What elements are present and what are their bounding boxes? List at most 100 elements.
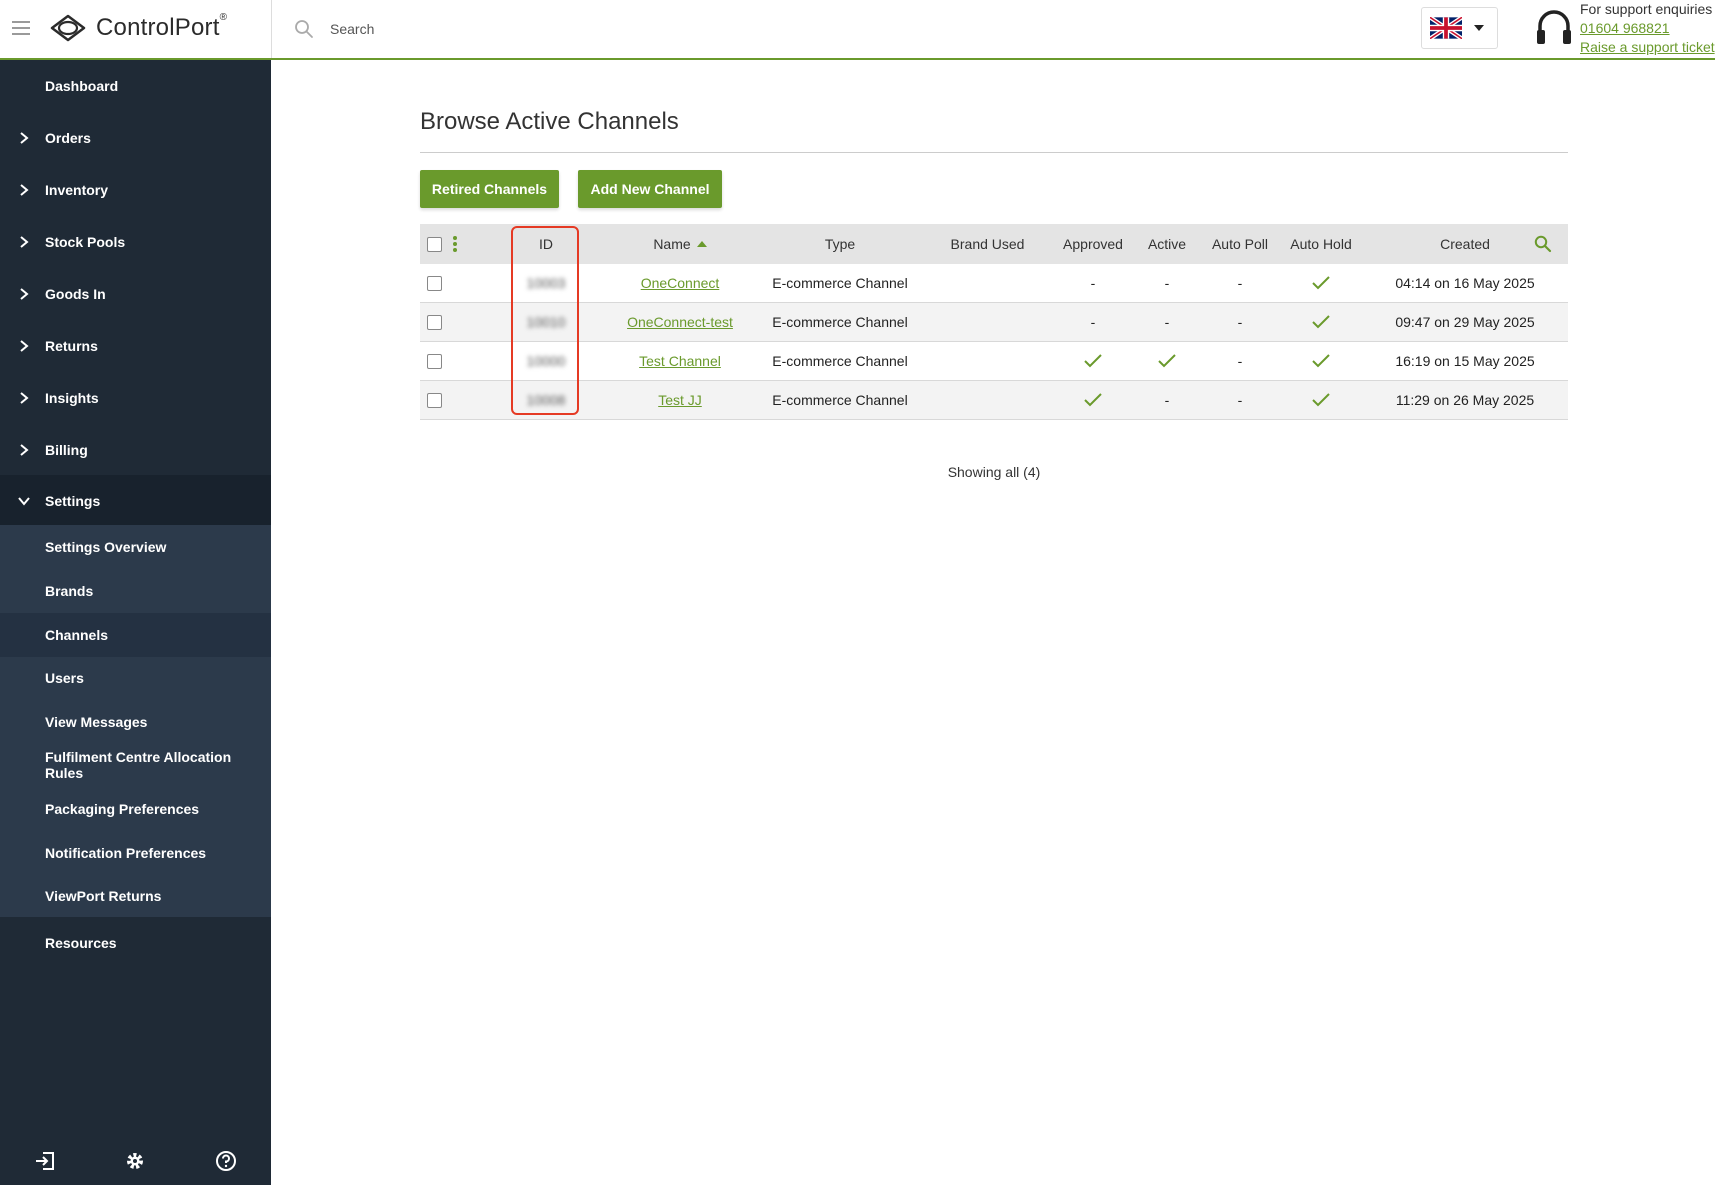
column-header-type[interactable]: Type (765, 224, 915, 264)
channel-type: E-commerce Channel (772, 314, 908, 330)
submenu-item-viewport-returns[interactable]: ViewPort Returns (0, 874, 271, 918)
auto-hold-status (1280, 303, 1362, 341)
submenu-item-channels[interactable]: Channels (0, 613, 271, 657)
select-all-checkbox[interactable] (426, 236, 442, 252)
checkmark-icon (1312, 354, 1330, 368)
help-icon[interactable] (215, 1150, 237, 1172)
column-header-name[interactable]: Name (620, 224, 740, 264)
row-checkbox[interactable] (426, 314, 442, 330)
submenu-item-notification-preferences[interactable]: Notification Preferences (0, 831, 271, 875)
column-header-id[interactable]: ID (512, 224, 580, 264)
table-body: 10003 OneConnect E-commerce Channel - - - 04:1… (420, 264, 1568, 420)
logo-icon (50, 14, 86, 42)
row-checkbox[interactable] (426, 392, 442, 408)
chevron-down-icon (18, 497, 30, 506)
submenu-item-users[interactable]: Users (0, 656, 271, 700)
pagination-summary: Showing all (4) (947, 464, 1041, 480)
sidebar-item-label: Settings (45, 493, 101, 509)
table-row: 10008 Test JJ E-commerce Channel - - 11:29 on… (420, 381, 1568, 420)
auto-hold-status (1280, 381, 1362, 419)
chevron-right-icon (20, 184, 29, 196)
auto-hold-status (1280, 264, 1362, 302)
column-header-auto-poll[interactable]: Auto Poll (1200, 224, 1280, 264)
chevron-right-icon (20, 288, 29, 300)
search-input[interactable] (330, 17, 930, 41)
created-date: 16:19 on 15 May 2025 (1395, 353, 1535, 369)
channel-name-link[interactable]: Test Channel (639, 353, 721, 369)
logo[interactable]: ControlPort® (48, 12, 228, 43)
menu-icon[interactable] (12, 21, 30, 35)
gear-icon[interactable] (124, 1150, 146, 1172)
column-header-auto-hold[interactable]: Auto Hold (1280, 224, 1362, 264)
language-selector[interactable] (1421, 7, 1498, 49)
search-icon[interactable] (294, 19, 314, 39)
column-header-brand[interactable]: Brand Used (940, 224, 1035, 264)
auto-poll-status: - (1237, 392, 1243, 408)
submenu-item-view-messages[interactable]: View Messages (0, 700, 271, 744)
channel-name-link[interactable]: OneConnect-test (627, 314, 733, 330)
sidebar-item-stock-pools[interactable]: Stock Pools (0, 216, 271, 268)
auto-poll-status: - (1237, 314, 1243, 330)
sidebar-item-returns[interactable]: Returns (0, 320, 271, 372)
approved-status: - (1090, 275, 1096, 291)
sidebar-item-orders[interactable]: Orders (0, 112, 271, 164)
active-status: - (1164, 314, 1170, 330)
sidebar-item-resources[interactable]: Resources (0, 917, 271, 969)
sidebar-item-settings[interactable]: Settings (0, 475, 271, 527)
logo-text: ControlPort® (96, 12, 228, 41)
sidebar-item-label: Goods In (45, 286, 106, 302)
submenu-item-packaging-preferences[interactable]: Packaging Preferences (0, 787, 271, 831)
approved-status (1048, 342, 1138, 380)
sidebar-item-goods-in[interactable]: Goods In (0, 268, 271, 320)
channel-type: E-commerce Channel (772, 353, 908, 369)
sort-ascending-icon (696, 241, 707, 247)
sidebar-item-insights[interactable]: Insights (0, 372, 271, 424)
add-new-channel-button[interactable]: Add New Channel (578, 170, 722, 208)
column-header-approved[interactable]: Approved (1048, 224, 1138, 264)
table-row: 10000 Test Channel E-commerce Channel - 16:1… (420, 342, 1568, 381)
row-checkbox[interactable] (426, 275, 442, 291)
sidebar-item-label: Returns (45, 338, 98, 354)
channels-table: ID Name Type Brand Used Approved Active … (420, 224, 1568, 420)
table-header: ID Name Type Brand Used Approved Active … (420, 224, 1568, 264)
sidebar-item-label: Dashboard (45, 78, 119, 94)
sidebar-item-inventory[interactable]: Inventory (0, 164, 271, 216)
channel-name-link[interactable]: Test JJ (658, 392, 702, 408)
headset-icon (1537, 10, 1571, 44)
brand-used (940, 381, 1035, 419)
submenu-item-brands[interactable]: Brands (0, 569, 271, 613)
chevron-down-icon (1474, 25, 1484, 31)
checkmark-icon (1312, 276, 1330, 290)
submenu-item-settings-overview[interactable]: Settings Overview (0, 525, 271, 569)
checkmark-icon (1158, 354, 1176, 368)
chevron-right-icon (20, 132, 29, 144)
active-status: - (1164, 275, 1170, 291)
search-icon[interactable] (1534, 235, 1552, 253)
submenu-item-fulfilment-rules[interactable]: Fulfilment Centre Allocation Rules (0, 743, 271, 787)
table-row: 10010 OneConnect-test E-commerce Channel - -… (420, 303, 1568, 342)
support-phone-link[interactable]: 01604 968821 (1580, 19, 1715, 38)
active-status: - (1164, 392, 1170, 408)
auto-poll-status: - (1237, 275, 1243, 291)
top-bar: ControlPort® For support enquiries 01604… (0, 0, 1715, 60)
column-header-active[interactable]: Active (1138, 224, 1196, 264)
sidebar-item-label: Resources (45, 935, 117, 951)
sidebar-item-billing[interactable]: Billing (0, 424, 271, 476)
row-checkbox[interactable] (426, 353, 442, 369)
channel-type: E-commerce Channel (772, 392, 908, 408)
chevron-right-icon (20, 392, 29, 404)
channel-id: 10000 (526, 353, 566, 369)
checkmark-icon (1084, 393, 1102, 407)
channel-id: 10003 (526, 275, 566, 291)
active-status (1138, 342, 1196, 380)
divider (420, 152, 1568, 153)
table-row: 10003 OneConnect E-commerce Channel - - - 04:1… (420, 264, 1568, 303)
sidebar-item-dashboard[interactable]: Dashboard (0, 60, 271, 112)
column-options-icon[interactable] (453, 236, 457, 252)
channel-name-link[interactable]: OneConnect (641, 275, 720, 291)
support-ticket-link[interactable]: Raise a support ticket (1580, 38, 1715, 57)
support-label: For support enquiries (1580, 1, 1713, 17)
logout-icon[interactable] (34, 1150, 56, 1172)
brand-used (940, 303, 1035, 341)
retired-channels-button[interactable]: Retired Channels (420, 170, 559, 208)
